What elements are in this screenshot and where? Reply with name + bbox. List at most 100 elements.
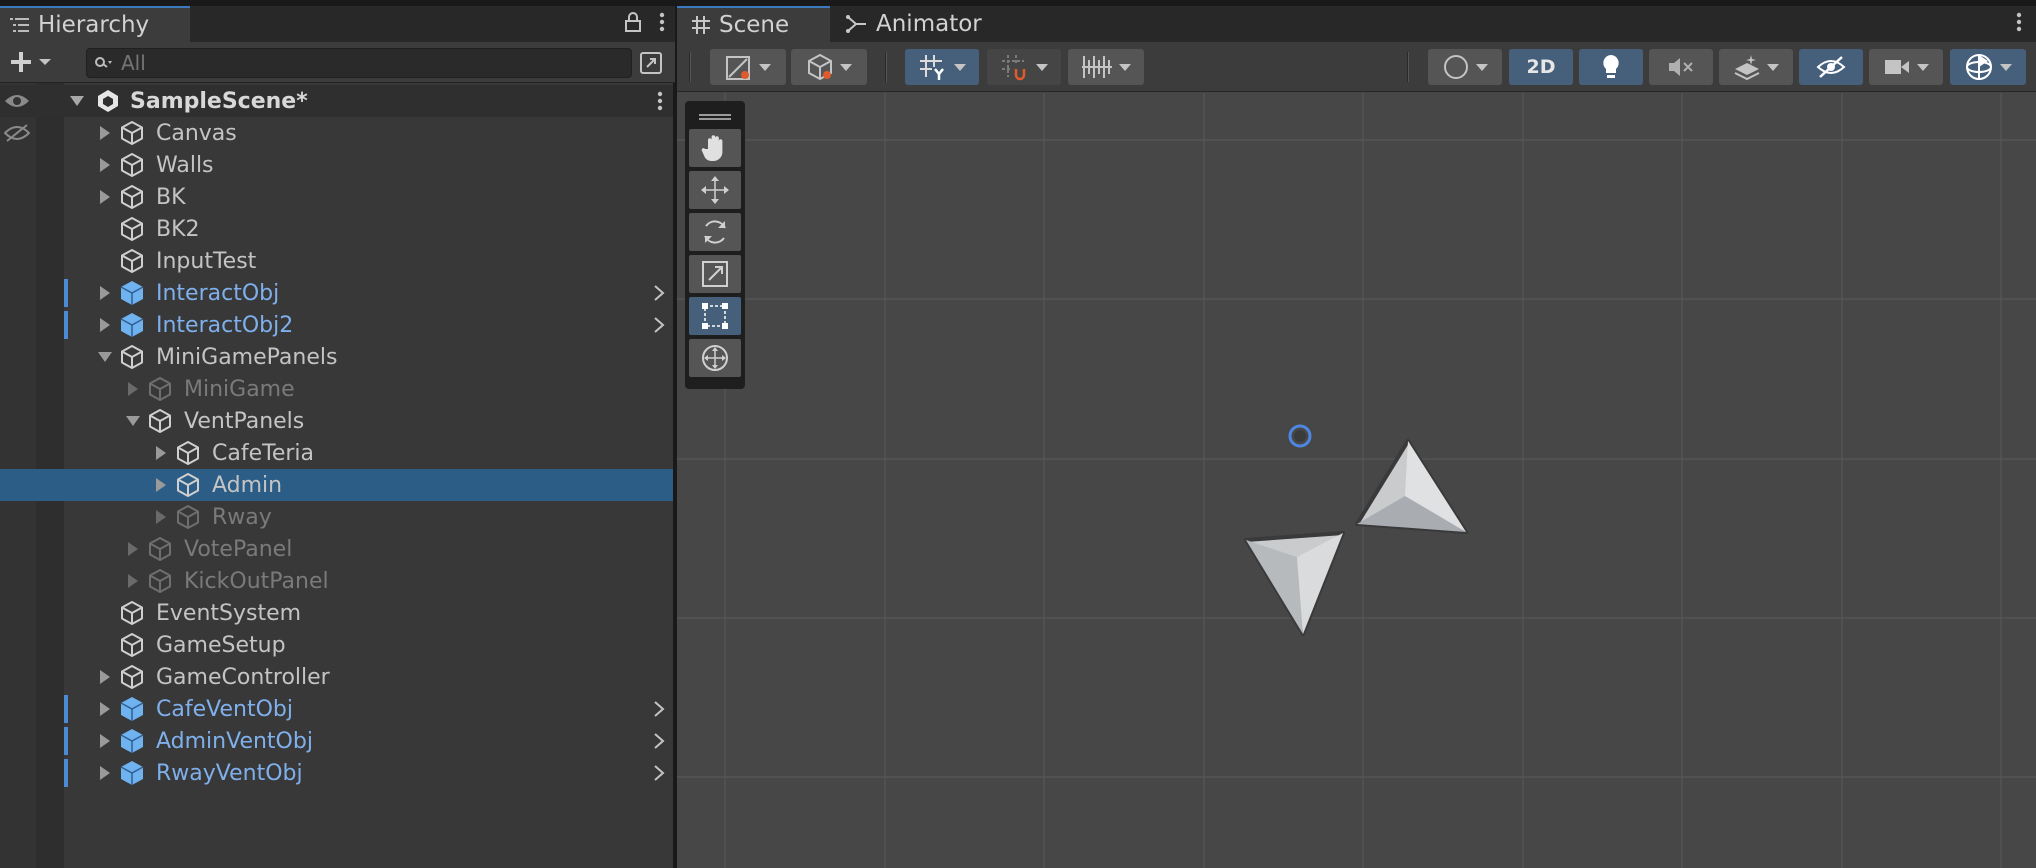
hierarchy-item-canvas[interactable]: Canvas [0,117,673,149]
scene-root-row[interactable]: SampleScene* [0,85,673,117]
chevron-right-icon[interactable] [653,725,665,757]
hierarchy-item-cafeventobj[interactable]: CafeVentObj [0,693,673,725]
scene-visibility-button[interactable] [1799,49,1863,85]
render-mode-dropdown[interactable] [791,49,867,85]
chevron-right-icon[interactable] [653,309,665,341]
prefab-override-marker [64,759,68,787]
hierarchy-item-adminventobj[interactable]: AdminVentObj [0,725,673,757]
scene-tab-more-icon[interactable] [2016,12,2022,36]
hierarchy-item-gamecontroller[interactable]: GameController [0,661,673,693]
add-button[interactable] [10,47,64,77]
move-tool-button[interactable] [689,171,741,209]
gameobject-cube-icon [146,567,174,595]
scale-tool-button[interactable] [689,255,741,293]
transform-tool-button[interactable] [689,339,741,377]
foldout-collapsed-icon[interactable] [96,309,114,341]
foldout-expanded-icon[interactable] [96,341,114,373]
tab-hierarchy[interactable]: Hierarchy [0,6,190,42]
hierarchy-item-label: Canvas [156,120,237,146]
lightbulb-icon [1603,55,1619,78]
eye-icon[interactable] [2,85,32,117]
hierarchy-item-interactobj[interactable]: InteractObj [0,277,673,309]
foldout-collapsed-icon[interactable] [96,117,114,149]
prefab-cube-icon [118,759,146,787]
hierarchy-item-inputtest[interactable]: InputTest [0,245,673,277]
rect-tool-button[interactable] [689,297,741,335]
lighting-mode-dropdown[interactable] [1428,49,1502,85]
tab-animator[interactable]: Animator [832,6,992,42]
shading-mode-icon [726,56,750,80]
search-popout-button[interactable] [636,48,666,78]
hierarchy-tabbar: Hierarchy [0,0,675,42]
gizmos-dropdown[interactable] [1950,49,2026,85]
search-icon [95,57,112,68]
lock-icon[interactable] [625,12,641,32]
hierarchy-item-ventpanels[interactable]: VentPanels [0,405,673,437]
audio-toggle-button[interactable] [1649,49,1713,85]
tab-scene[interactable]: Scene [677,6,830,42]
gameobject-cube-icon [146,407,174,435]
foldout-expanded-icon[interactable] [124,405,142,437]
hierarchy-item-gamesetup[interactable]: GameSetup [0,629,673,661]
chevron-right-icon[interactable] [653,277,665,309]
foldout-collapsed-icon[interactable] [96,277,114,309]
hand-tool-button[interactable] [689,129,741,167]
hierarchy-item-kickoutpanel[interactable]: KickOutPanel [0,565,673,597]
hierarchy-item-eventsystem[interactable]: EventSystem [0,597,673,629]
chevron-right-icon[interactable] [653,757,665,789]
draw-mode-dropdown[interactable] [710,49,786,85]
hierarchy-item-label: MiniGame [184,376,295,402]
lighting-toggle-button[interactable] [1579,49,1643,85]
camera-dropdown[interactable] [1869,49,1943,85]
hand-icon [701,135,723,161]
scene-tabbar: Scene Animator [677,0,2036,42]
hierarchy-item-interactobj2[interactable]: InteractObj2 [0,309,673,341]
hierarchy-item-walls[interactable]: Walls [0,149,673,181]
foldout-collapsed-icon[interactable] [152,437,170,469]
hierarchy-item-bk[interactable]: BK [0,181,673,213]
scene-viewport[interactable] [677,93,2036,868]
chevron-right-icon[interactable] [653,693,665,725]
grid-snap-icon [1002,55,1026,81]
transform-icon [702,345,728,371]
hierarchy-item-label: VentPanels [184,408,305,434]
search-input[interactable] [121,51,601,75]
hierarchy-item-minigame[interactable]: MiniGame [0,373,673,405]
foldout-collapsed-icon[interactable] [96,693,114,725]
foldout-collapsed-icon[interactable] [152,501,170,533]
chevron-down-icon [2000,63,2012,71]
foldout-collapsed-icon[interactable] [124,565,142,597]
snap-toggle-button[interactable] [987,49,1061,85]
foldout-collapsed-icon[interactable] [96,149,114,181]
hierarchy-item-votepanel[interactable]: VotePanel [0,533,673,565]
hierarchy-item-cafeteria[interactable]: CafeTeria [0,437,673,469]
hierarchy-item-rwayventobj[interactable]: RwayVentObj [0,757,673,789]
rotate-tool-button[interactable] [689,213,741,251]
hierarchy-item-bk2[interactable]: BK2 [0,213,673,245]
mode-2d-button[interactable]: 2D [1509,49,1573,85]
foldout-expanded-icon[interactable] [68,85,86,117]
increment-snap-dropdown[interactable] [1068,49,1144,85]
picking-disabled-icon[interactable] [2,117,32,149]
foldout-collapsed-icon[interactable] [124,533,142,565]
foldout-collapsed-icon[interactable] [124,373,142,405]
foldout-collapsed-icon[interactable] [96,181,114,213]
gameobject-cube-icon [174,503,202,531]
hierarchy-item-rway[interactable]: Rway [0,501,673,533]
foldout-collapsed-icon[interactable] [96,757,114,789]
scene-more-icon[interactable] [657,85,663,117]
hierarchy-item-admin[interactable]: Admin [0,469,673,501]
gameobject-cube-icon [118,215,146,243]
grid-toggle-button[interactable] [905,49,979,85]
gameobject-cube-icon [118,183,146,211]
layers-effects-icon [1734,55,1760,81]
foldout-collapsed-icon[interactable] [96,725,114,757]
chevron-down-icon [1119,63,1131,71]
search-field[interactable] [86,48,632,78]
foldout-collapsed-icon[interactable] [96,661,114,693]
foldout-collapsed-icon[interactable] [152,469,170,501]
hierarchy-item-minigamepanels[interactable]: MiniGamePanels [0,341,673,373]
palette-drag-handle[interactable] [689,105,741,129]
more-vert-icon[interactable] [659,12,665,32]
effects-dropdown[interactable] [1719,49,1793,85]
